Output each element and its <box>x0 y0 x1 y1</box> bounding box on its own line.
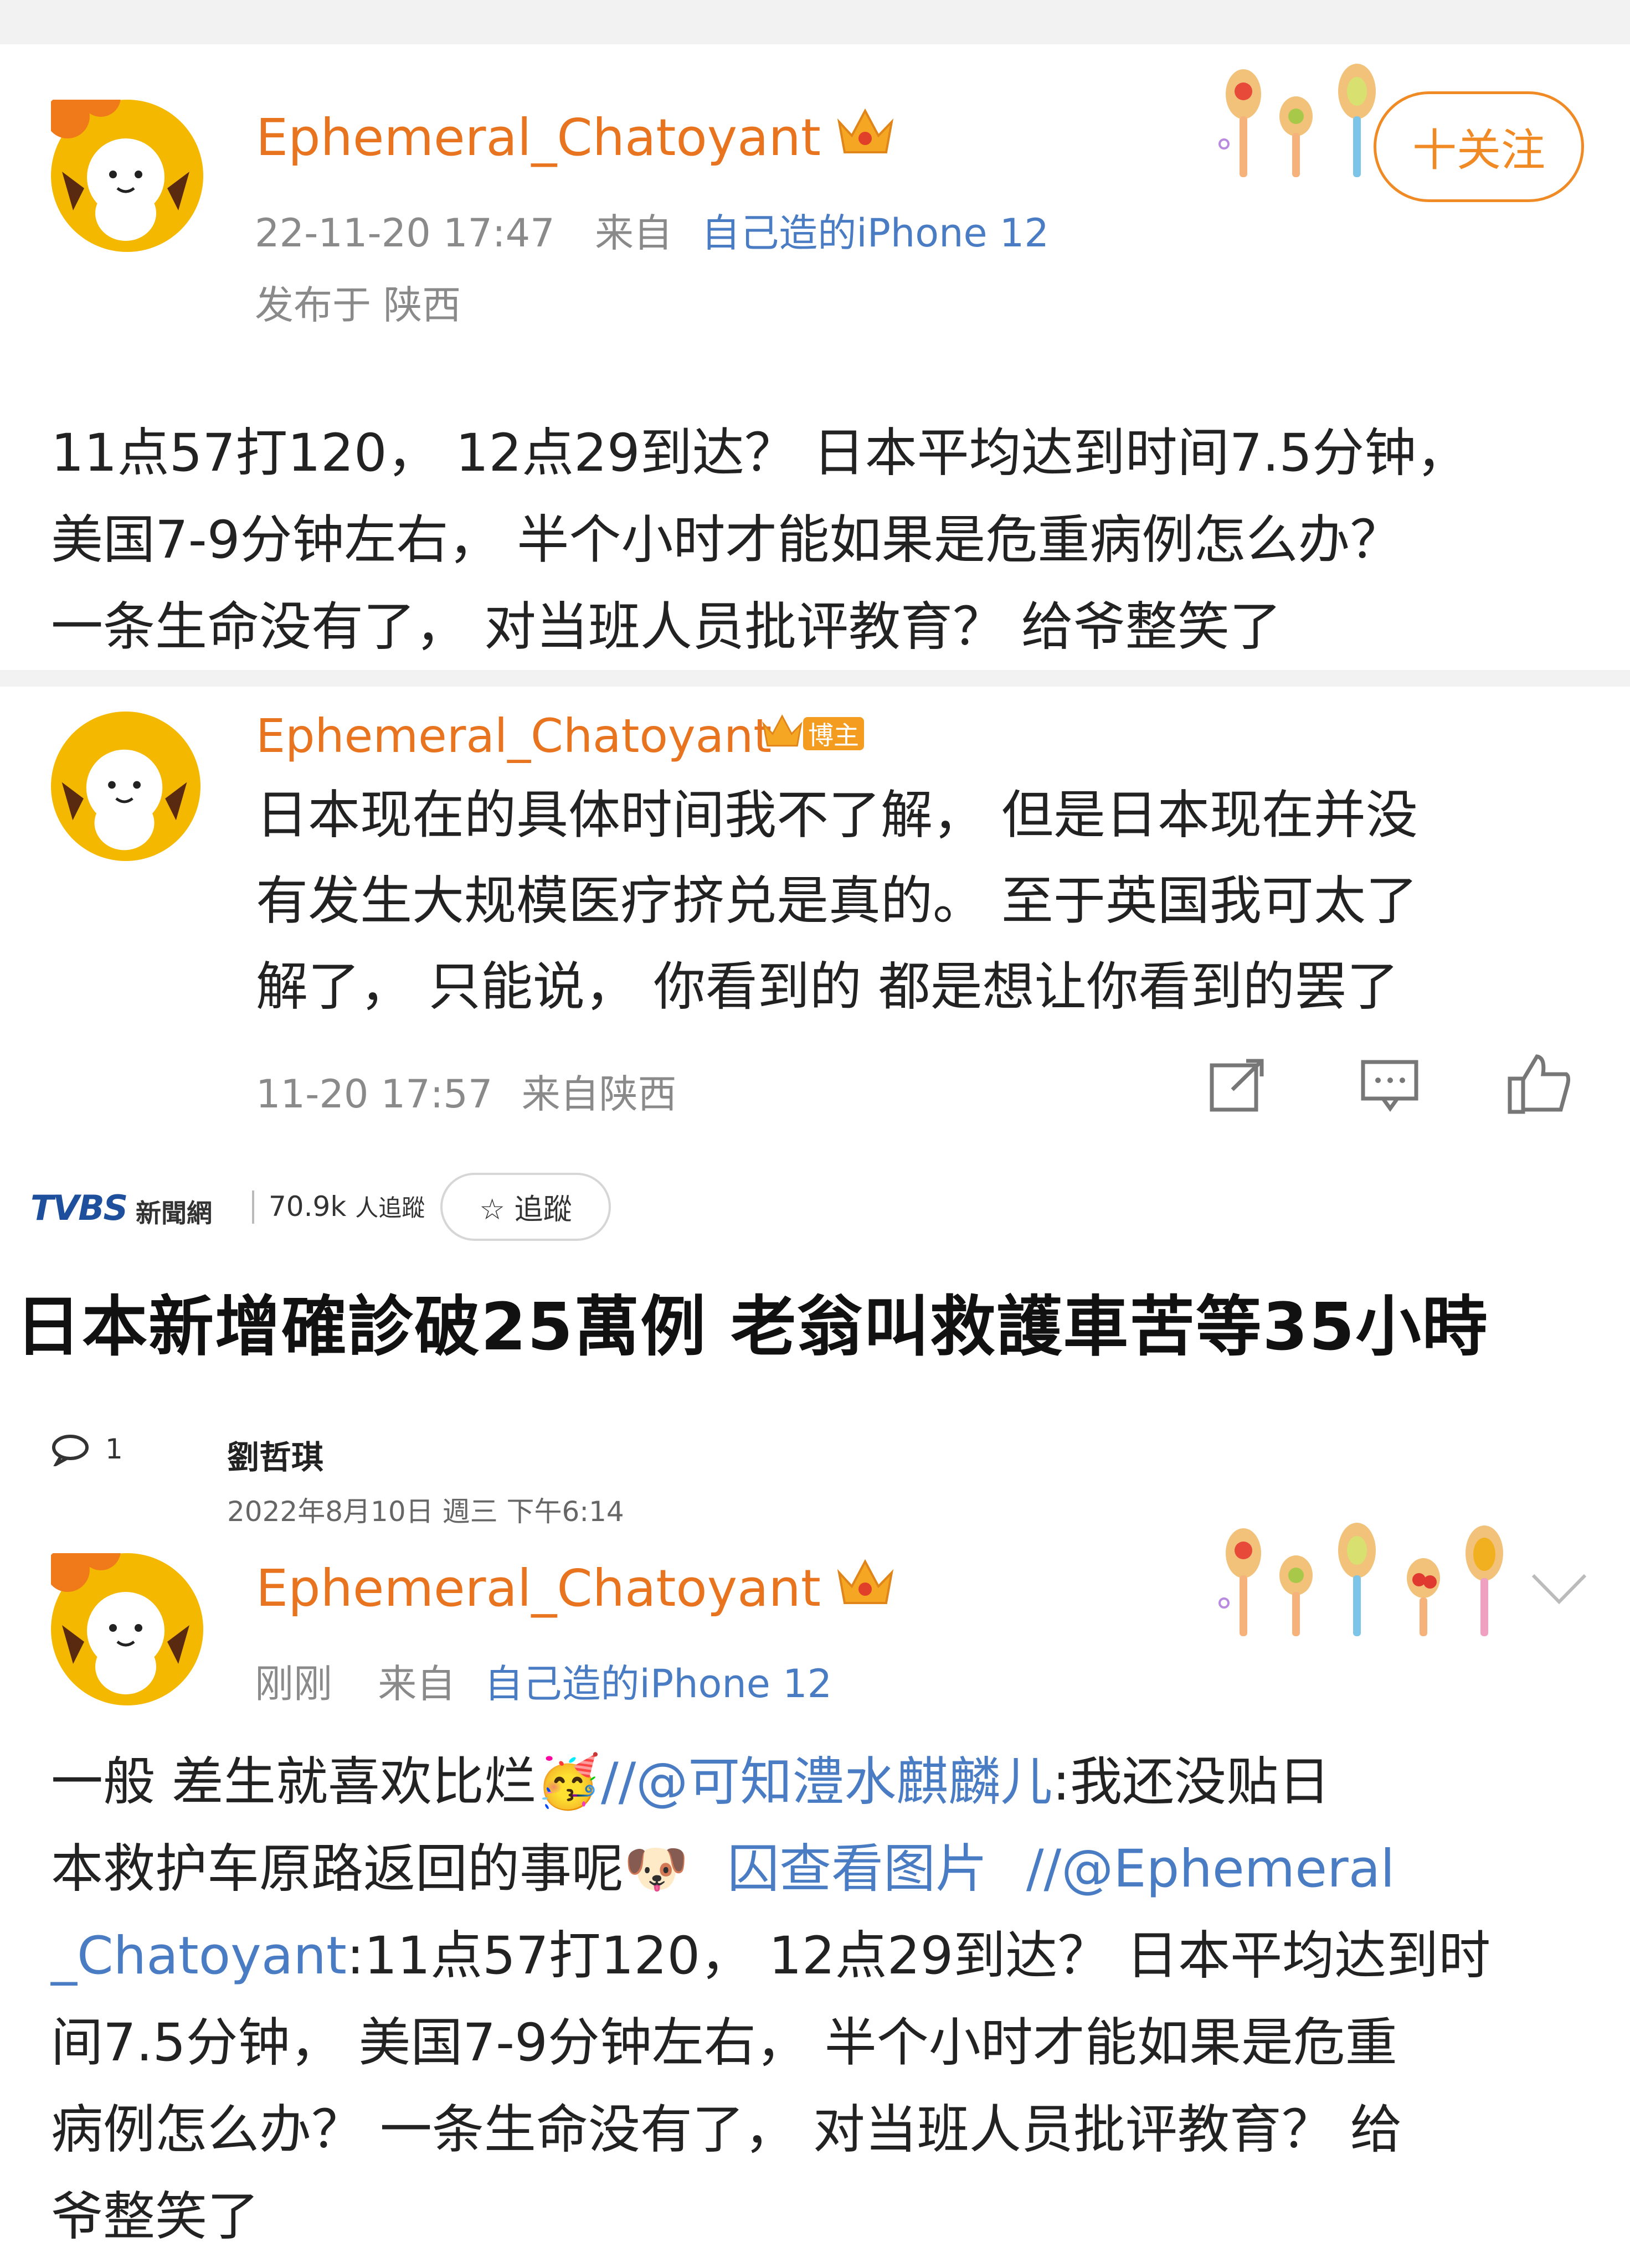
username[interactable]: Ephemeral_Chatoyant <box>256 1559 821 1618</box>
repost-text: 一般 差生就喜欢比烂 <box>51 1752 536 1812</box>
repost-line-2: 本救护车原路返回的事呢🐶 囚查看图片 //@Ephemeral <box>51 1826 1490 1913</box>
comment-icon[interactable] <box>1360 1058 1421 1115</box>
repost-text: :我还没贴日 <box>1052 1752 1330 1812</box>
avatar-mascot-icon <box>61 749 187 850</box>
author-badge: 博主 <box>803 717 864 750</box>
crown-icon <box>836 1556 894 1611</box>
view-image-link[interactable]: 囚查看图片 <box>727 1839 988 1899</box>
avatar[interactable] <box>51 1553 203 1705</box>
repost-body-line: 间7.5分钟， 美国7-9分钟左右， 半个小时才能如果是危重 <box>51 2013 1397 2073</box>
repost-body-line: 爷整笑了 <box>51 2187 260 2247</box>
reply-meta: 11-20 17:57 来自陕西 <box>256 1063 677 1119</box>
post-body-line: 一条生命没有了， 对当班人员批评教育？ 给爷整笑了 <box>51 597 1282 657</box>
post-time: 刚刚 <box>255 1661 332 1707</box>
mention-link[interactable]: //@可知澧水麒麟儿 <box>601 1752 1052 1812</box>
emoji-icon: 🐶 <box>624 1839 689 1899</box>
avatar-mascot-icon <box>51 1553 189 1694</box>
crown-icon <box>836 105 894 160</box>
repost-body-line: 病例怎么办？ 一条生命没有了， 对当班人员批评教育？ 给 <box>51 2100 1402 2160</box>
from-label: 来自 <box>378 1661 456 1707</box>
device-link[interactable]: 自己造的iPhone 12 <box>701 210 1049 256</box>
reply-body-line: 解了， 只能说， 你看到的 都是想让你看到的罢了 <box>256 957 1399 1017</box>
post-location: 发布于 陕西 <box>255 282 461 328</box>
news-date: 2022年8月10日 週三 下午6:14 <box>227 1496 624 1528</box>
repost-text: 本救护车原路返回的事呢 <box>51 1839 624 1899</box>
post-body-line: 美国7-9分钟左右， 半个小时才能如果是危重病例怎么办？ <box>51 510 1402 570</box>
username[interactable]: Ephemeral_Chatoyant <box>256 108 821 167</box>
news-author[interactable]: 劉哲琪 <box>227 1431 323 1478</box>
comment-bubble-icon[interactable] <box>51 1433 90 1468</box>
repost-line-1: 一般 差生就喜欢比烂🥳//@可知澧水麒麟儿:我还没贴日 <box>51 1739 1490 1826</box>
mention-link[interactable]: //@Ephemeral <box>1010 1839 1395 1899</box>
follower-number: 70.9k <box>269 1190 347 1223</box>
avatar[interactable] <box>51 100 203 252</box>
avatar-mascot-icon <box>51 100 189 241</box>
reply-location: 来自陕西 <box>521 1071 677 1117</box>
follower-label: 人追蹤 <box>355 1194 425 1221</box>
follow-news-button[interactable]: ☆ 追蹤 <box>440 1173 611 1241</box>
share-icon[interactable] <box>1207 1058 1268 1115</box>
emoji-icon: 🥳 <box>536 1752 601 1812</box>
reply-time: 11-20 17:57 <box>256 1071 493 1117</box>
reply-body-line: 有发生大规模医疗挤兑是真的。 至于英国我可太了 <box>256 871 1418 931</box>
top-divider <box>0 0 1630 44</box>
username[interactable]: Ephemeral_Chatoyant <box>256 709 772 763</box>
tvbs-logo-cn: 新聞網 <box>136 1198 212 1228</box>
section-divider <box>0 670 1630 687</box>
like-icon[interactable] <box>1506 1052 1573 1118</box>
reply-body-line: 日本现在的具体时间我不了解， 但是日本现在并没 <box>256 785 1418 846</box>
divider <box>252 1190 254 1224</box>
repost-line-3: _Chatoyant:11点57打120， 12点29到达？ 日本平均达到时 <box>51 1913 1490 1999</box>
avatar[interactable] <box>51 712 200 861</box>
post-body-line: 11点57打120， 12点29到达？ 日本平均达到时间7.5分钟， <box>51 423 1469 483</box>
mention-link[interactable]: _Chatoyant <box>51 1926 347 1986</box>
repost-text: :11点57打120， 12点29到达？ 日本平均达到时 <box>346 1926 1491 1986</box>
news-headline: 日本新增確診破25萬例 老翁叫救護車苦等35小時 <box>16 1288 1489 1365</box>
device-link[interactable]: 自己造的iPhone 12 <box>485 1661 832 1707</box>
post-meta: 22-11-20 17:47 来自 自己造的iPhone 12 <box>255 202 1049 258</box>
from-label: 来自 <box>594 210 672 256</box>
comment-count: 1 <box>105 1433 123 1465</box>
follow-button[interactable]: 十关注 <box>1374 91 1584 202</box>
crown-icon <box>762 712 803 752</box>
repost-body: 一般 差生就喜欢比烂🥳//@可知澧水麒麟儿:我还没贴日 本救护车原路返回的事呢🐶… <box>51 1739 1490 2260</box>
post-meta: 刚刚 来自 自己造的iPhone 12 <box>255 1653 832 1709</box>
post-time: 22-11-20 17:47 <box>255 210 555 256</box>
reply-body: 日本现在的具体时间我不了解， 但是日本现在并没 有发生大规模医疗挤兑是真的。 至… <box>256 772 1418 1030</box>
chevron-down-icon[interactable] <box>1529 1570 1590 1611</box>
post-body: 11点57打120， 12点29到达？ 日本平均达到时间7.5分钟， 美国7-9… <box>51 410 1468 671</box>
spoon-decoration-icon <box>1213 61 1401 196</box>
follower-count: 70.9k 人追蹤 <box>269 1189 425 1223</box>
spoon-decoration-icon <box>1213 1520 1518 1655</box>
tvbs-logo: TVBS <box>30 1188 128 1228</box>
